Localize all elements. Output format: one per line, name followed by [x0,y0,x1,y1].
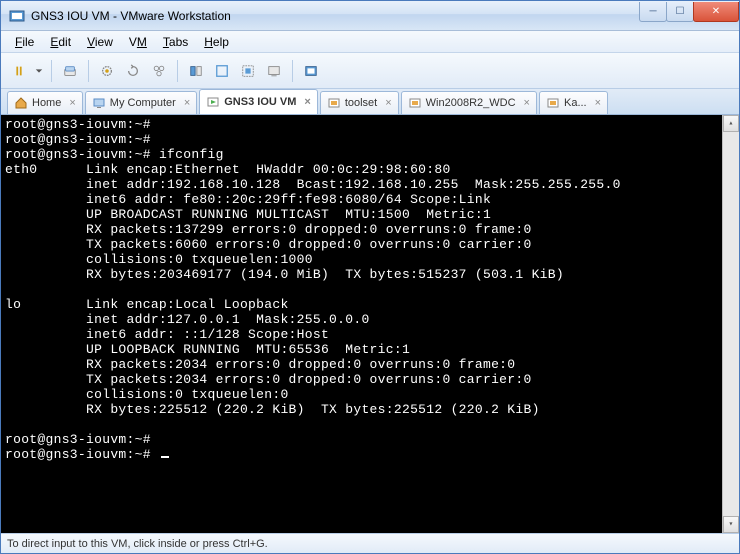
separator [292,60,293,82]
menu-file[interactable]: File [7,33,42,51]
tab-label: GNS3 IOU VM [224,96,296,108]
menu-help[interactable]: Help [196,33,237,51]
tab-label: Win2008R2_WDC [426,97,516,109]
terminal-line: inet6 addr: fe80::20c:29ff:fe98:6080/64 … [5,192,491,207]
terminal-viewport[interactable]: root@gns3-iouvm:~# root@gns3-iouvm:~# ro… [1,115,739,533]
menubar: File Edit View VM Tabs Help [1,31,739,53]
terminal-line: root@gns3-iouvm:~# [5,447,169,462]
terminal-line: TX packets:2034 errors:0 dropped:0 overr… [5,372,532,387]
terminal-line: RX bytes:203469177 (194.0 MiB) TX bytes:… [5,267,564,282]
menu-tabs[interactable]: Tabs [155,33,196,51]
tab-win2008[interactable]: Win2008R2_WDC × [401,91,537,114]
tab-label: toolset [345,97,377,109]
terminal-line: collisions:0 txqueuelen:0 [5,387,289,402]
tab-label: Home [32,97,61,109]
vm-running-icon [206,95,220,109]
close-button[interactable]: ✕ [693,2,739,22]
maximize-button[interactable]: ☐ [666,2,694,22]
menu-view[interactable]: View [79,33,121,51]
terminal-line: inet addr:127.0.0.1 Mask:255.0.0.0 [5,312,370,327]
terminal-line: RX packets:2034 errors:0 dropped:0 overr… [5,357,515,372]
separator [177,60,178,82]
send-ctrl-alt-del-button[interactable] [58,59,82,83]
close-icon[interactable]: × [595,97,601,109]
terminal-line: RX bytes:225512 (220.2 KiB) TX bytes:225… [5,402,540,417]
tab-ka[interactable]: Ka... × [539,91,608,114]
unity-button[interactable] [236,59,260,83]
close-icon[interactable]: × [69,97,75,109]
tab-toolset[interactable]: toolset × [320,91,399,114]
terminal-scrollbar[interactable]: ▴ ▾ [722,115,739,533]
tab-home[interactable]: Home × [7,91,83,114]
power-on-button[interactable] [7,59,31,83]
home-icon [14,96,28,110]
toolbar [1,53,739,89]
menu-vm[interactable]: VM [121,33,155,51]
terminal-line: TX packets:6060 errors:0 dropped:0 overr… [5,237,532,252]
manage-snapshots-button[interactable] [147,59,171,83]
tab-gns3-active[interactable]: GNS3 IOU VM × [199,89,318,114]
app-icon [9,8,25,24]
cursor [161,456,169,458]
computer-icon [92,96,106,110]
revert-button[interactable] [121,59,145,83]
status-message: To direct input to this VM, click inside… [7,538,268,550]
terminal-line: root@gns3-iouvm:~# ifconfig [5,147,224,162]
separator [88,60,89,82]
separator [51,60,52,82]
titlebar[interactable]: GNS3 IOU VM - VMware Workstation ─ ☐ ✕ [1,1,739,31]
close-icon[interactable]: × [385,97,391,109]
window-title: GNS3 IOU VM - VMware Workstation [31,9,640,23]
close-icon[interactable]: × [184,97,190,109]
snapshot-button[interactable] [95,59,119,83]
statusbar: To direct input to this VM, click inside… [1,533,739,553]
minimize-button[interactable]: ─ [639,2,667,22]
vm-icon [408,96,422,110]
terminal-line: UP BROADCAST RUNNING MULTICAST MTU:1500 … [5,207,491,222]
scroll-down-button[interactable]: ▾ [723,516,739,533]
terminal-line: root@gns3-iouvm:~# [5,432,151,447]
menu-edit[interactable]: Edit [42,33,79,51]
terminal-line: eth0 Link encap:Ethernet HWaddr 00:0c:29… [5,162,451,177]
window-controls: ─ ☐ ✕ [640,2,739,22]
app-window: GNS3 IOU VM - VMware Workstation ─ ☐ ✕ F… [0,0,740,554]
terminal-line: lo Link encap:Local Loopback [5,297,289,312]
close-icon[interactable]: × [524,97,530,109]
vm-icon [546,96,560,110]
fullscreen-button[interactable] [210,59,234,83]
close-icon[interactable]: × [304,96,310,108]
thumbnail-button[interactable] [299,59,323,83]
terminal-line: RX packets:137299 errors:0 dropped:0 ove… [5,222,532,237]
scroll-track[interactable] [723,132,739,516]
tabbar: Home × My Computer × GNS3 IOU VM × tools… [1,89,739,115]
terminal-line: root@gns3-iouvm:~# [5,132,151,147]
scroll-up-button[interactable]: ▴ [723,115,739,132]
terminal-line: collisions:0 txqueuelen:1000 [5,252,313,267]
terminal-line: root@gns3-iouvm:~# [5,117,151,132]
terminal-line: inet addr:192.168.10.128 Bcast:192.168.1… [5,177,621,192]
tab-label: Ka... [564,97,587,109]
tab-label: My Computer [110,97,176,109]
power-dropdown[interactable] [33,59,45,83]
terminal-line: UP LOOPBACK RUNNING MTU:65536 Metric:1 [5,342,410,357]
tab-mycomputer[interactable]: My Computer × [85,91,197,114]
fit-guest-button[interactable] [184,59,208,83]
terminal-line: inet6 addr: ::1/128 Scope:Host [5,327,329,342]
vm-icon [327,96,341,110]
console-view-button[interactable] [262,59,286,83]
